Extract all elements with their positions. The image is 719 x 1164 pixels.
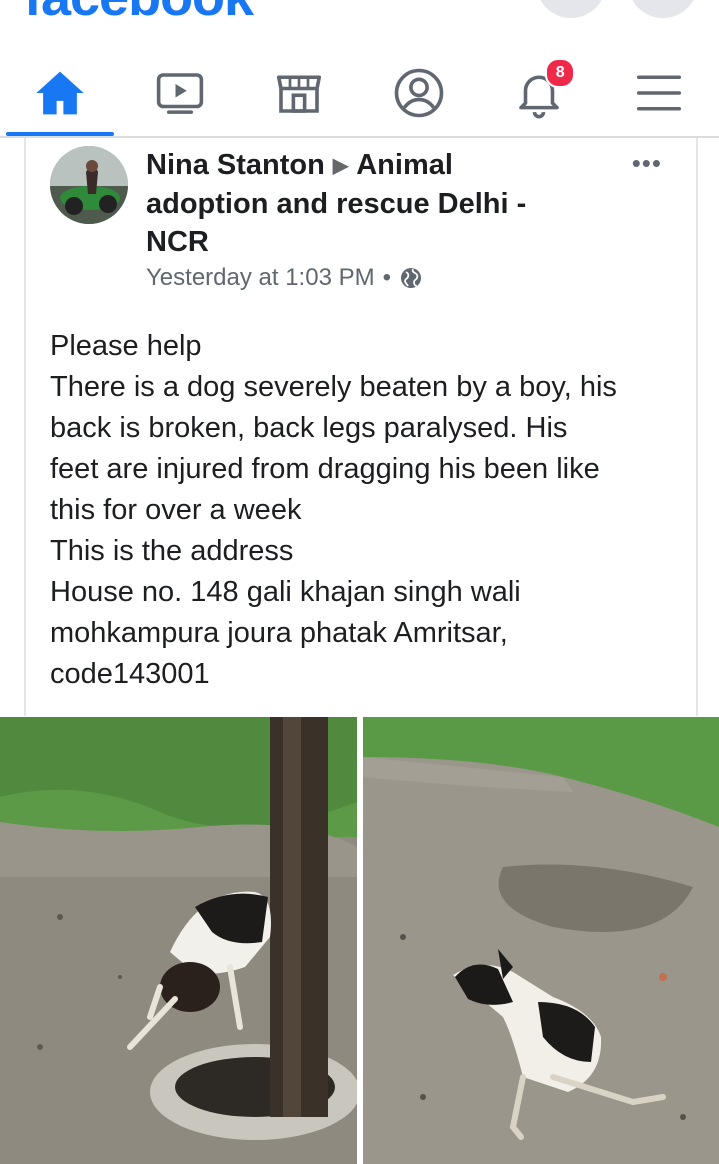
tab-marketplace[interactable] [240,50,360,136]
avatar-photo [50,146,128,224]
profile-icon [394,68,444,118]
body-line: back is broken, back legs paralysed. His [50,412,568,444]
body-line: this for over a week [50,494,302,526]
top-bar: facebook 8 [0,0,719,140]
post-photo-2[interactable] [363,717,719,1164]
tab-notifications[interactable]: 8 [479,50,599,136]
post-body: Please help There is a dog severely beat… [50,326,680,695]
body-line: There is a dog severely beaten by a boy,… [50,371,617,403]
video-icon [156,73,203,114]
dog-photo-right [363,717,719,1164]
post-photo-1[interactable] [0,717,357,1164]
tab-menu[interactable] [599,50,719,136]
more-options-icon[interactable]: ••• [632,148,662,179]
search-button[interactable] [536,0,606,18]
post-card: Nina Stanton ▶ Animal adoption and rescue … [24,138,698,716]
facebook-logo[interactable]: facebook [24,0,254,24]
post-header-title: Nina Stanton ▶ Animal adoption and rescue … [146,146,566,261]
menu-icon [636,75,681,111]
main-nav: 8 [0,50,719,136]
play-arrow-icon: ▶ [332,155,349,177]
author-name[interactable]: Nina Stanton [146,149,325,181]
tab-watch[interactable] [120,50,240,136]
tab-home[interactable] [0,50,120,136]
body-line: This is the address [50,535,294,567]
dog-photo-left [0,717,357,1164]
notification-badge: 8 [545,58,576,88]
body-line: code143001 [50,658,210,690]
timestamp[interactable]: Yesterday at 1:03 PM [146,264,375,292]
post-meta: Yesterday at 1:03 PM • [146,264,423,292]
home-icon [36,71,84,115]
body-line: Please help [50,330,202,362]
messenger-button[interactable] [628,0,698,18]
marketplace-icon [277,75,322,113]
avatar[interactable] [50,146,128,224]
globe-icon [401,268,421,288]
tab-profile[interactable] [359,50,479,136]
body-line: mohkampura joura phatak Amritsar, [50,617,508,649]
body-line: feet are injured from dragging his been … [50,453,600,485]
body-line: House no. 148 gali khajan singh wali [50,576,521,608]
meta-separator: • [382,264,391,291]
